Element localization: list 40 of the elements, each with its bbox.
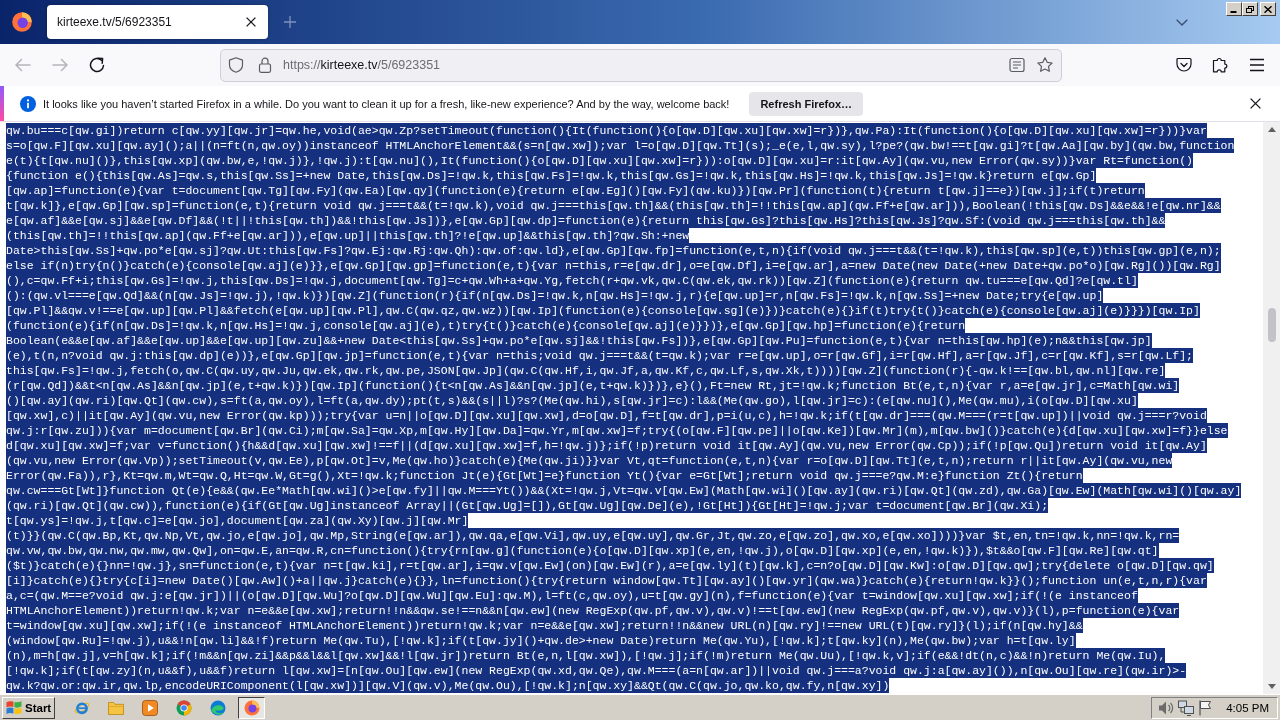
browser-tab[interactable]: kirteexe.tv/5/6923351	[47, 5, 268, 39]
taskbar-button[interactable]	[238, 696, 265, 719]
network-icon[interactable]	[1178, 699, 1195, 716]
flag-logo-icon	[6, 700, 22, 715]
start-button[interactable]: Start	[2, 696, 55, 719]
minimize-button[interactable]	[1226, 2, 1242, 16]
reload-icon[interactable]	[89, 57, 105, 73]
down-arrow-icon[interactable]	[1267, 684, 1276, 689]
close-icon[interactable]	[246, 17, 256, 27]
play-icon	[141, 699, 158, 716]
close-window-button[interactable]	[1260, 2, 1276, 16]
caret-icon[interactable]	[1176, 18, 1188, 26]
close-icon[interactable]	[1250, 98, 1261, 109]
scrollbar[interactable]	[1263, 122, 1280, 694]
folder-icon	[107, 699, 124, 716]
shield-icon[interactable]	[228, 57, 244, 73]
app-logo-icon[interactable]	[12, 12, 32, 32]
clock-text: 4:05 PM	[1226, 701, 1269, 714]
url-text: https://kirteexe.tv/5/6923351	[283, 58, 441, 72]
refresh-button[interactable]: Refresh Firefox…	[749, 91, 864, 116]
browser-icon	[175, 699, 192, 716]
star-icon[interactable]	[1037, 57, 1053, 73]
browser-icon	[243, 699, 260, 716]
lock-icon[interactable]	[257, 57, 273, 73]
puzzle-icon[interactable]	[1212, 57, 1228, 73]
pocket-icon[interactable]	[1176, 57, 1192, 73]
address-field[interactable]: https://kirteexe.tv/5/6923351	[220, 48, 1062, 82]
menu-icon[interactable]	[1249, 57, 1265, 73]
speaker-icon[interactable]	[1158, 699, 1175, 716]
browser-icon	[209, 699, 226, 716]
info-icon	[20, 95, 36, 112]
reader-view-icon[interactable]	[1009, 57, 1025, 73]
up-arrow-icon[interactable]	[1267, 127, 1276, 132]
restore-button[interactable]	[1242, 2, 1258, 16]
restore-icon	[1246, 5, 1254, 13]
notification-message: It looks like you haven’t started Firefox in a while. Do you want to clean it up for a fresh, like-new experience? And by the way, welcome back!	[43, 97, 730, 110]
scrollbar-thumb[interactable]	[1267, 308, 1276, 342]
close-icon	[1264, 5, 1272, 13]
plus-icon[interactable]	[284, 16, 296, 28]
browser-icon	[73, 699, 90, 716]
